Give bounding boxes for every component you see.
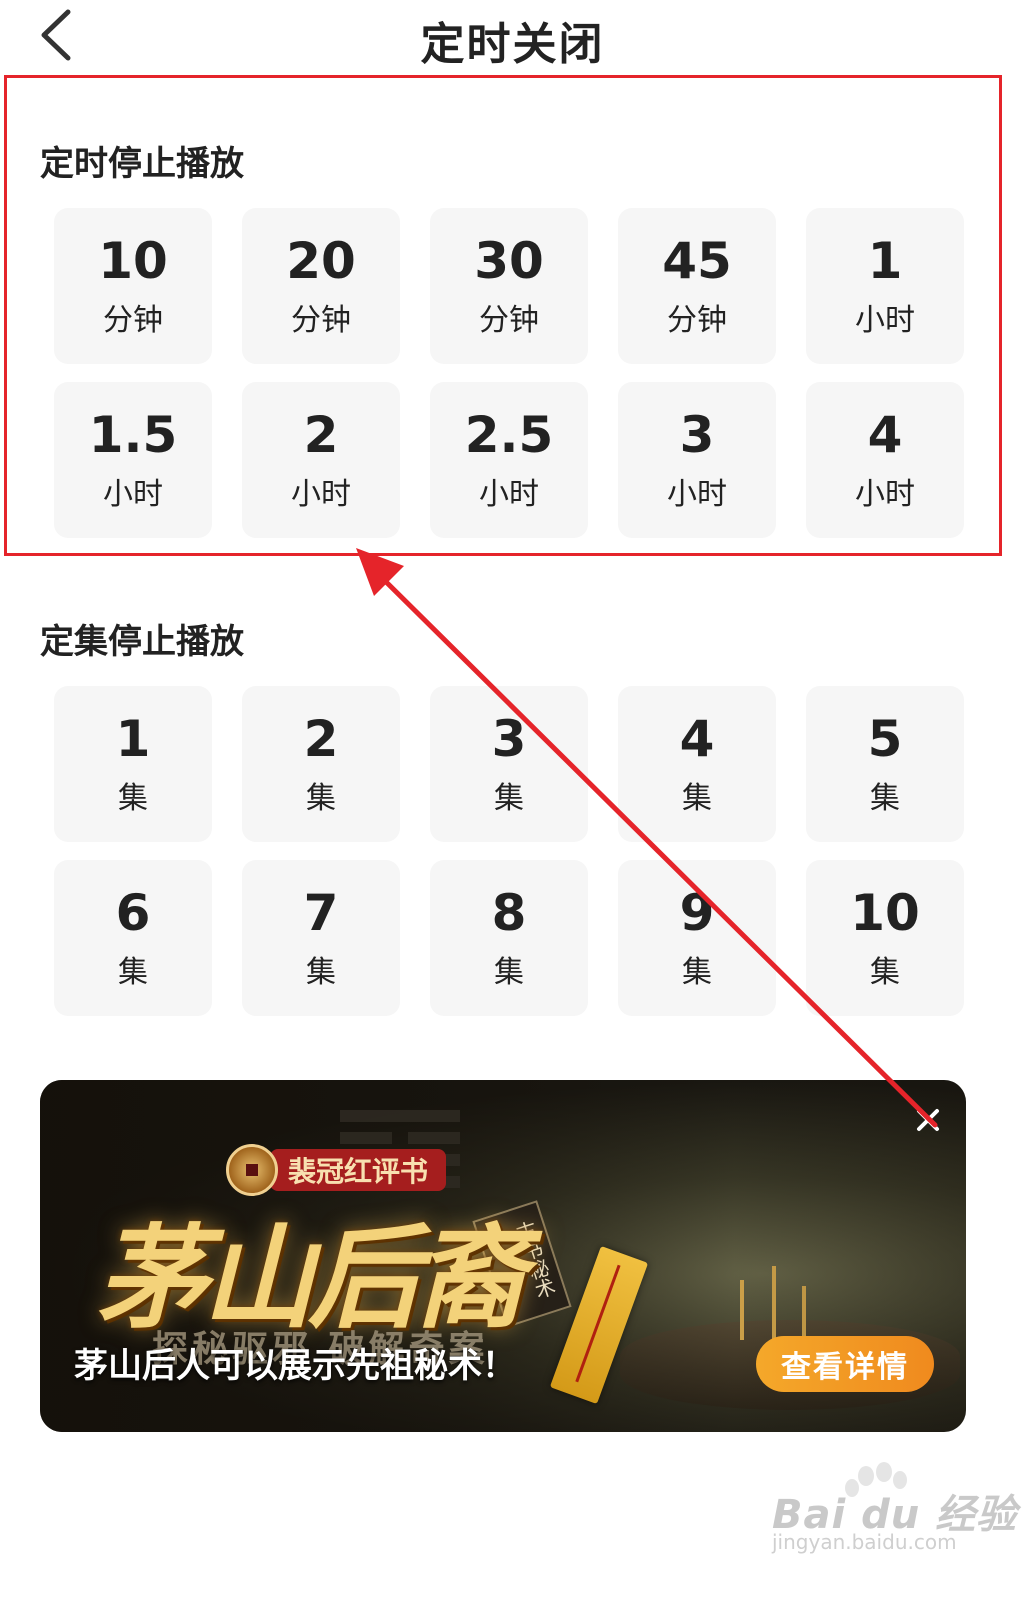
timer-option-unit: 小时 [855,476,915,512]
episode-option-value: 1 [115,709,151,768]
timer-option-value: 20 [286,231,356,290]
episode-option-value: 6 [115,883,151,942]
episode-option-value: 5 [867,709,903,768]
episode-option-1[interactable]: 1集 [54,686,212,842]
episode-option-unit: 集 [682,954,712,990]
episode-option-value: 9 [679,883,715,942]
episode-option-unit: 集 [118,954,148,990]
timer-option-4h[interactable]: 4 小时 [806,382,964,538]
header: 定时关闭 [0,0,1025,74]
timer-option-2h[interactable]: 2 小时 [242,382,400,538]
episode-option-7[interactable]: 7集 [242,860,400,1016]
episode-option-value: 8 [491,883,527,942]
timer-option-value: 1 [867,231,903,290]
timer-option-unit: 小时 [291,476,351,512]
timer-options-grid: 10 分钟 20 分钟 30 分钟 45 分钟 1 小时 1.5 小时 2 小时 2.5 小时 … [54,208,966,538]
episode-option-value: 4 [679,709,715,768]
episode-option-unit: 集 [494,954,524,990]
timer-option-value: 4 [867,405,903,464]
timer-option-30min[interactable]: 30 分钟 [430,208,588,364]
brand-ribbon: 裴冠红评书 [270,1149,447,1191]
timer-option-value: 1.5 [88,405,178,464]
episode-option-3[interactable]: 3集 [430,686,588,842]
timer-option-unit: 小时 [855,302,915,338]
episode-option-unit: 集 [870,954,900,990]
ad-banner[interactable]: 裴冠红评书 古书秘术 茅山后裔 探秘驱邪 破解奇案 茅山后人可以展示先祖秘术！ … [40,1080,966,1432]
episode-option-value: 3 [491,709,527,768]
episode-option-unit: 集 [870,780,900,816]
timer-option-unit: 分钟 [479,302,539,338]
timer-option-10min[interactable]: 10 分钟 [54,208,212,364]
episode-option-unit: 集 [306,780,336,816]
timer-option-unit: 分钟 [103,302,163,338]
timer-section-title: 定时停止播放 [40,144,244,184]
episode-option-value: 10 [850,883,920,942]
episode-option-value: 7 [303,883,339,942]
timer-option-unit: 小时 [479,476,539,512]
episode-options-grid: 1集 2集 3集 4集 5集 6集 7集 8集 9集 10 集 [54,686,966,1016]
episode-option-6[interactable]: 6集 [54,860,212,1016]
timer-option-value: 30 [474,231,544,290]
ad-description: 茅山后人可以展示先祖秘术！ [74,1346,516,1386]
episode-section-title: 定集停止播放 [40,622,244,662]
timer-option-value: 10 [98,231,168,290]
timer-option-1.5h[interactable]: 1.5 小时 [54,382,212,538]
timer-option-20min[interactable]: 20 分钟 [242,208,400,364]
baidu-watermark-url: jingyan.baidu.com [772,1530,957,1554]
close-icon[interactable] [906,1098,950,1142]
episode-option-unit: 集 [494,780,524,816]
view-details-button[interactable]: 查看详情 [756,1336,934,1392]
episode-option-unit: 集 [682,780,712,816]
episode-option-2[interactable]: 2集 [242,686,400,842]
timer-option-45min[interactable]: 45 分钟 [618,208,776,364]
episode-option-unit: 集 [306,954,336,990]
page-title: 定时关闭 [420,19,605,70]
timer-option-value: 45 [662,231,732,290]
timer-option-unit: 小时 [103,476,163,512]
episode-option-value: 2 [303,709,339,768]
episode-option-8[interactable]: 8集 [430,860,588,1016]
timer-option-unit: 小时 [667,476,727,512]
episode-option-10[interactable]: 10 集 [806,860,964,1016]
timer-option-3h[interactable]: 3 小时 [618,382,776,538]
timer-option-value: 2.5 [464,405,554,464]
timer-option-2.5h[interactable]: 2.5 小时 [430,382,588,538]
timer-option-unit: 分钟 [291,302,351,338]
timer-option-value: 2 [303,405,339,464]
timer-option-value: 3 [679,405,715,464]
episode-option-9[interactable]: 9集 [618,860,776,1016]
episode-option-unit: 集 [118,780,148,816]
timer-option-1h[interactable]: 1 小时 [806,208,964,364]
episode-option-5[interactable]: 5集 [806,686,964,842]
timer-option-unit: 分钟 [667,302,727,338]
episode-option-4[interactable]: 4集 [618,686,776,842]
